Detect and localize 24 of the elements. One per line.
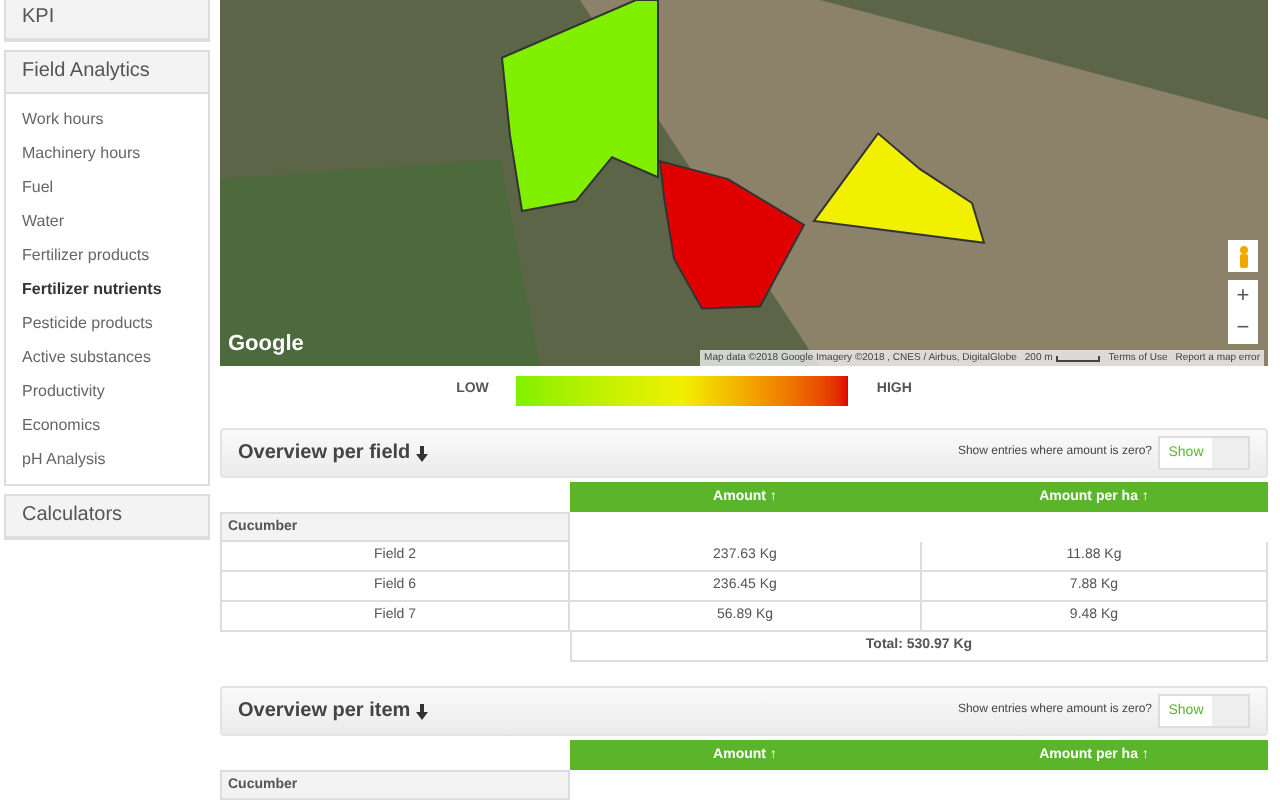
arrow-down-icon[interactable] xyxy=(416,703,429,719)
zoom-out-button[interactable]: − xyxy=(1228,312,1258,344)
sidebar-item[interactable]: Fertilizer nutrients xyxy=(6,272,208,306)
arrow-down-icon[interactable] xyxy=(416,445,429,461)
field-polygon[interactable] xyxy=(500,0,659,213)
sidebar-panel-header[interactable]: Calculators xyxy=(6,496,208,538)
sidebar-item[interactable]: Machinery hours xyxy=(6,136,208,170)
sidebar-item[interactable]: Active substances xyxy=(6,340,208,374)
sidebar-item[interactable]: Fertilizer products xyxy=(6,238,208,272)
sidebar-panel-header[interactable]: KPI xyxy=(6,0,208,40)
sidebar-item[interactable]: Economics xyxy=(6,408,208,442)
section-title: Overview per item xyxy=(238,698,411,726)
map-logo: Google xyxy=(228,329,304,360)
field-polygon[interactable] xyxy=(658,159,806,310)
sidebar-item[interactable]: Pesticide products xyxy=(6,306,208,340)
sidebar-item[interactable]: pH Analysis xyxy=(6,442,208,476)
sidebar-item[interactable]: Fuel xyxy=(6,170,208,204)
sidebar-item[interactable]: Productivity xyxy=(6,374,208,408)
field-polygon[interactable] xyxy=(812,131,986,244)
section-title: Overview per field xyxy=(238,440,411,468)
sidebar-item[interactable]: Work hours xyxy=(6,102,208,136)
zoom-in-button[interactable]: + xyxy=(1228,280,1258,312)
sidebar-panel-header[interactable]: Field Analytics xyxy=(6,52,208,94)
sidebar-item[interactable]: Water xyxy=(6,204,208,238)
